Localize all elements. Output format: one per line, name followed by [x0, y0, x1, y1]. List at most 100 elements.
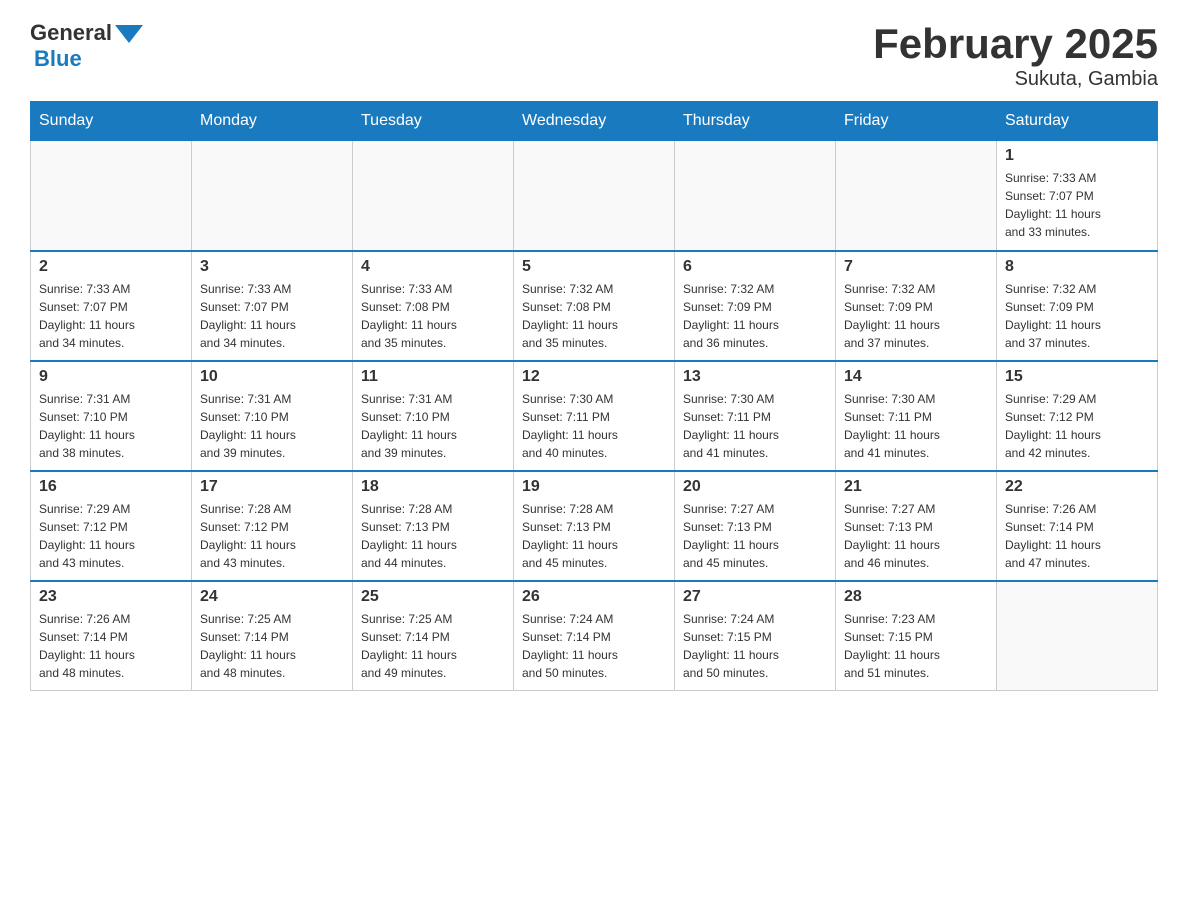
day-number: 7 [844, 258, 988, 276]
day-number: 8 [1005, 258, 1149, 276]
logo-general-text: General [30, 20, 112, 46]
day-info: Sunrise: 7:26 AM Sunset: 7:14 PM Dayligh… [39, 610, 183, 682]
day-number: 9 [39, 368, 183, 386]
page-header: General Blue February 2025 Sukuta, Gambi… [30, 20, 1158, 91]
day-number: 14 [844, 368, 988, 386]
calendar-cell: 24 Sunrise: 7:25 AM Sunset: 7:14 PM Dayli… [192, 581, 353, 691]
calendar-week-row: 16 Sunrise: 7:29 AM Sunset: 7:12 PM Dayli… [31, 471, 1158, 581]
calendar-week-row: 9 Sunrise: 7:31 AM Sunset: 7:10 PM Daylig… [31, 361, 1158, 471]
day-number: 27 [683, 588, 827, 606]
day-number: 23 [39, 588, 183, 606]
day-number: 19 [522, 478, 666, 496]
day-info: Sunrise: 7:26 AM Sunset: 7:14 PM Dayligh… [1005, 500, 1149, 572]
day-number: 16 [39, 478, 183, 496]
weekday-header-tuesday: Tuesday [353, 102, 514, 141]
weekday-header-monday: Monday [192, 102, 353, 141]
calendar-cell [836, 141, 997, 251]
calendar-cell: 12 Sunrise: 7:30 AM Sunset: 7:11 PM Dayli… [514, 361, 675, 471]
calendar-cell: 13 Sunrise: 7:30 AM Sunset: 7:11 PM Dayli… [675, 361, 836, 471]
day-info: Sunrise: 7:32 AM Sunset: 7:09 PM Dayligh… [844, 280, 988, 352]
calendar-table: SundayMondayTuesdayWednesdayThursdayFrid… [30, 101, 1158, 691]
day-number: 24 [200, 588, 344, 606]
calendar-cell: 26 Sunrise: 7:24 AM Sunset: 7:14 PM Dayli… [514, 581, 675, 691]
calendar-cell: 28Sunrise: 7:23 AM Sunset: 7:15 PM Dayli… [836, 581, 997, 691]
day-info: Sunrise: 7:32 AM Sunset: 7:08 PM Dayligh… [522, 280, 666, 352]
day-info: Sunrise: 7:29 AM Sunset: 7:12 PM Dayligh… [39, 500, 183, 572]
day-number: 10 [200, 368, 344, 386]
calendar-cell [192, 141, 353, 251]
day-number: 17 [200, 478, 344, 496]
day-info: Sunrise: 7:24 AM Sunset: 7:15 PM Dayligh… [683, 610, 827, 682]
day-info: Sunrise: 7:30 AM Sunset: 7:11 PM Dayligh… [683, 390, 827, 462]
calendar-cell: 4Sunrise: 7:33 AM Sunset: 7:08 PM Daylig… [353, 251, 514, 361]
calendar-week-row: 2 Sunrise: 7:33 AM Sunset: 7:07 PM Daylig… [31, 251, 1158, 361]
day-info: Sunrise: 7:30 AM Sunset: 7:11 PM Dayligh… [522, 390, 666, 462]
location-text: Sukuta, Gambia [873, 68, 1158, 91]
day-number: 20 [683, 478, 827, 496]
day-number: 15 [1005, 368, 1149, 386]
calendar-cell [997, 581, 1158, 691]
day-info: Sunrise: 7:24 AM Sunset: 7:14 PM Dayligh… [522, 610, 666, 682]
day-number: 26 [522, 588, 666, 606]
calendar-cell: 23 Sunrise: 7:26 AM Sunset: 7:14 PM Dayli… [31, 581, 192, 691]
calendar-cell [31, 141, 192, 251]
calendar-cell: 7 Sunrise: 7:32 AM Sunset: 7:09 PM Daylig… [836, 251, 997, 361]
day-number: 5 [522, 258, 666, 276]
calendar-cell: 9 Sunrise: 7:31 AM Sunset: 7:10 PM Daylig… [31, 361, 192, 471]
calendar-week-row: 23 Sunrise: 7:26 AM Sunset: 7:14 PM Dayli… [31, 581, 1158, 691]
day-info: Sunrise: 7:28 AM Sunset: 7:13 PM Dayligh… [522, 500, 666, 572]
calendar-cell: 1 Sunrise: 7:33 AM Sunset: 7:07 PM Daylig… [997, 141, 1158, 251]
weekday-header-row: SundayMondayTuesdayWednesdayThursdayFrid… [31, 102, 1158, 141]
day-number: 25 [361, 588, 505, 606]
day-number: 21 [844, 478, 988, 496]
calendar-cell: 11 Sunrise: 7:31 AM Sunset: 7:10 PM Dayli… [353, 361, 514, 471]
calendar-cell: 8Sunrise: 7:32 AM Sunset: 7:09 PM Daylig… [997, 251, 1158, 361]
day-number: 1 [1005, 147, 1149, 165]
day-number: 12 [522, 368, 666, 386]
logo-triangle-icon [115, 25, 143, 43]
calendar-cell: 5 Sunrise: 7:32 AM Sunset: 7:08 PM Daylig… [514, 251, 675, 361]
logo-blue-text: Blue [34, 46, 82, 72]
day-info: Sunrise: 7:33 AM Sunset: 7:07 PM Dayligh… [39, 280, 183, 352]
weekday-header-wednesday: Wednesday [514, 102, 675, 141]
calendar-cell: 14 Sunrise: 7:30 AM Sunset: 7:11 PM Dayli… [836, 361, 997, 471]
calendar-cell: 20 Sunrise: 7:27 AM Sunset: 7:13 PM Dayli… [675, 471, 836, 581]
day-number: 13 [683, 368, 827, 386]
day-number: 22 [1005, 478, 1149, 496]
day-info: Sunrise: 7:23 AM Sunset: 7:15 PM Dayligh… [844, 610, 988, 682]
day-info: Sunrise: 7:30 AM Sunset: 7:11 PM Dayligh… [844, 390, 988, 462]
weekday-header-thursday: Thursday [675, 102, 836, 141]
day-info: Sunrise: 7:27 AM Sunset: 7:13 PM Dayligh… [844, 500, 988, 572]
calendar-cell: 21 Sunrise: 7:27 AM Sunset: 7:13 PM Dayli… [836, 471, 997, 581]
calendar-cell [514, 141, 675, 251]
calendar-cell [353, 141, 514, 251]
weekday-header-saturday: Saturday [997, 102, 1158, 141]
calendar-cell: 10 Sunrise: 7:31 AM Sunset: 7:10 PM Dayli… [192, 361, 353, 471]
day-info: Sunrise: 7:31 AM Sunset: 7:10 PM Dayligh… [361, 390, 505, 462]
day-info: Sunrise: 7:29 AM Sunset: 7:12 PM Dayligh… [1005, 390, 1149, 462]
weekday-header-sunday: Sunday [31, 102, 192, 141]
day-number: 18 [361, 478, 505, 496]
day-info: Sunrise: 7:27 AM Sunset: 7:13 PM Dayligh… [683, 500, 827, 572]
calendar-cell: 15 Sunrise: 7:29 AM Sunset: 7:12 PM Dayli… [997, 361, 1158, 471]
calendar-cell [675, 141, 836, 251]
month-title: February 2025 [873, 20, 1158, 68]
calendar-cell: 18 Sunrise: 7:28 AM Sunset: 7:13 PM Dayli… [353, 471, 514, 581]
calendar-cell: 25Sunrise: 7:25 AM Sunset: 7:14 PM Dayli… [353, 581, 514, 691]
day-number: 3 [200, 258, 344, 276]
day-number: 6 [683, 258, 827, 276]
calendar-cell: 6Sunrise: 7:32 AM Sunset: 7:09 PM Daylig… [675, 251, 836, 361]
day-info: Sunrise: 7:28 AM Sunset: 7:12 PM Dayligh… [200, 500, 344, 572]
day-info: Sunrise: 7:31 AM Sunset: 7:10 PM Dayligh… [39, 390, 183, 462]
day-info: Sunrise: 7:33 AM Sunset: 7:07 PM Dayligh… [200, 280, 344, 352]
day-info: Sunrise: 7:33 AM Sunset: 7:07 PM Dayligh… [1005, 169, 1149, 241]
calendar-cell: 27 Sunrise: 7:24 AM Sunset: 7:15 PM Dayli… [675, 581, 836, 691]
weekday-header-friday: Friday [836, 102, 997, 141]
calendar-cell: 16 Sunrise: 7:29 AM Sunset: 7:12 PM Dayli… [31, 471, 192, 581]
day-number: 2 [39, 258, 183, 276]
day-info: Sunrise: 7:31 AM Sunset: 7:10 PM Dayligh… [200, 390, 344, 462]
day-info: Sunrise: 7:28 AM Sunset: 7:13 PM Dayligh… [361, 500, 505, 572]
day-info: Sunrise: 7:25 AM Sunset: 7:14 PM Dayligh… [200, 610, 344, 682]
day-number: 11 [361, 368, 505, 386]
logo: General Blue [30, 20, 143, 72]
